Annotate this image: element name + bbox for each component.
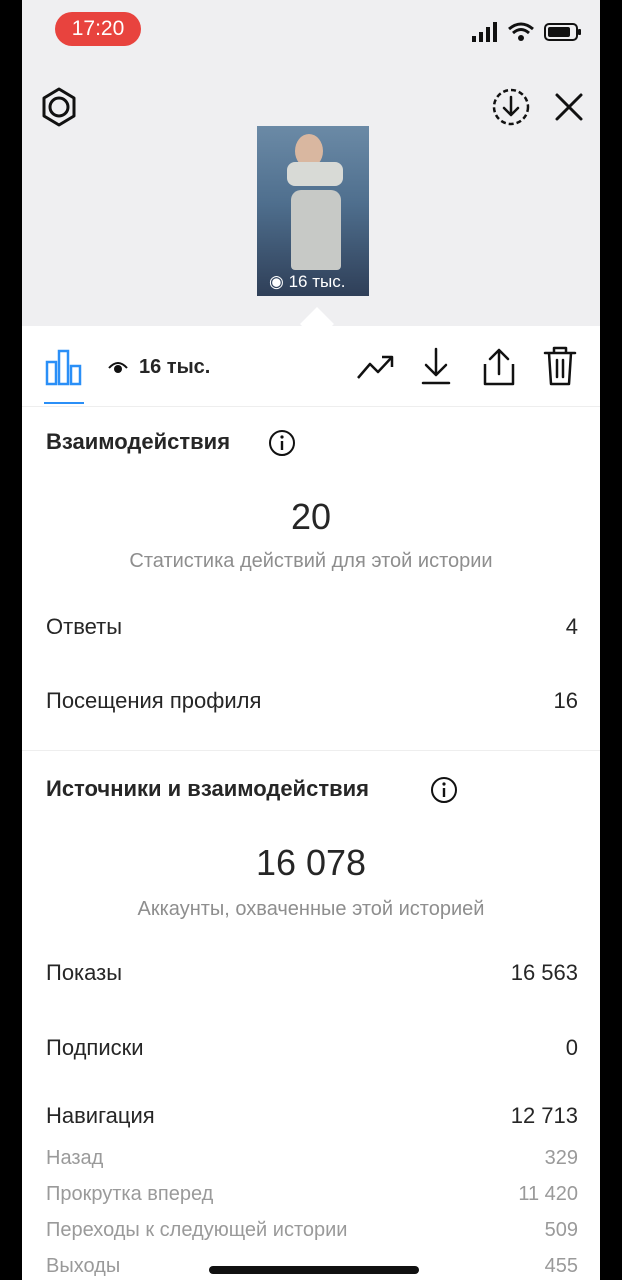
phone-screen: 17:20 ◉ 16 тыс. 16 тыс. Взаимодействия 2… bbox=[22, 0, 600, 1280]
nav-next-story-label: Переходы к следующей истории bbox=[46, 1219, 348, 1241]
reach-total: 16 078 bbox=[255, 842, 367, 883]
eye-icon bbox=[108, 362, 128, 373]
nav-back-label: Назад bbox=[46, 1147, 104, 1169]
eye-icon: ◉ bbox=[269, 272, 284, 291]
navigation-label: Навигация bbox=[46, 1103, 155, 1128]
nav-back-value: 329 bbox=[544, 1147, 578, 1169]
battery-icon bbox=[544, 23, 581, 41]
signal-icon bbox=[472, 22, 497, 42]
share-icon[interactable] bbox=[480, 346, 518, 388]
status-time: 17:20 bbox=[55, 12, 141, 46]
active-tab-indicator bbox=[44, 402, 84, 404]
insights-toolbar bbox=[22, 326, 600, 407]
info-icon[interactable] bbox=[430, 776, 458, 804]
download-icon[interactable] bbox=[420, 346, 452, 386]
profile-visits-value: 16 bbox=[553, 688, 578, 713]
interactions-total: 20 bbox=[290, 496, 332, 537]
reach-subtitle: Аккаунты, охваченные этой историей bbox=[137, 898, 485, 920]
nav-forward-value: 11 420 bbox=[518, 1183, 578, 1205]
impressions-value: 16 563 bbox=[510, 960, 578, 985]
section-divider bbox=[22, 750, 600, 751]
navigation-value: 12 713 bbox=[510, 1103, 578, 1128]
section-title-interactions: Взаимодействия bbox=[46, 429, 231, 454]
section-title-discovery: Источники и взаимодействия bbox=[46, 776, 369, 801]
trash-icon[interactable] bbox=[542, 344, 578, 388]
replies-label: Ответы bbox=[46, 614, 123, 639]
impressions-label: Показы bbox=[46, 960, 123, 985]
nav-forward-label: Прокрутка вперед bbox=[46, 1183, 214, 1205]
replies-value: 4 bbox=[565, 614, 578, 639]
gear-icon[interactable] bbox=[38, 86, 80, 128]
story-preview-area: 17:20 ◉ 16 тыс. bbox=[22, 0, 600, 326]
profile-visits-label: Посещения профиля bbox=[46, 688, 262, 713]
download-circle-icon[interactable] bbox=[490, 86, 532, 128]
thumbnail-views: ◉ 16 тыс. bbox=[269, 272, 346, 291]
views-count: 16 тыс. bbox=[139, 356, 211, 378]
nav-next-story-value: 509 bbox=[544, 1219, 578, 1241]
bar-chart-icon[interactable] bbox=[44, 348, 84, 388]
info-icon[interactable] bbox=[268, 429, 296, 457]
trend-up-icon[interactable] bbox=[356, 352, 396, 382]
interactions-subtitle: Статистика действий для этой истории bbox=[129, 550, 493, 572]
follows-value: 0 bbox=[565, 1035, 578, 1060]
wifi-icon bbox=[508, 22, 534, 41]
follows-label: Подписки bbox=[46, 1035, 144, 1060]
close-icon[interactable] bbox=[552, 90, 586, 124]
nav-exits-label: Выходы bbox=[46, 1255, 121, 1277]
story-thumbnail[interactable]: ◉ 16 тыс. bbox=[257, 126, 369, 296]
status-icons bbox=[472, 20, 582, 48]
home-indicator[interactable] bbox=[209, 1266, 419, 1274]
nav-exits-value: 455 bbox=[544, 1255, 578, 1277]
